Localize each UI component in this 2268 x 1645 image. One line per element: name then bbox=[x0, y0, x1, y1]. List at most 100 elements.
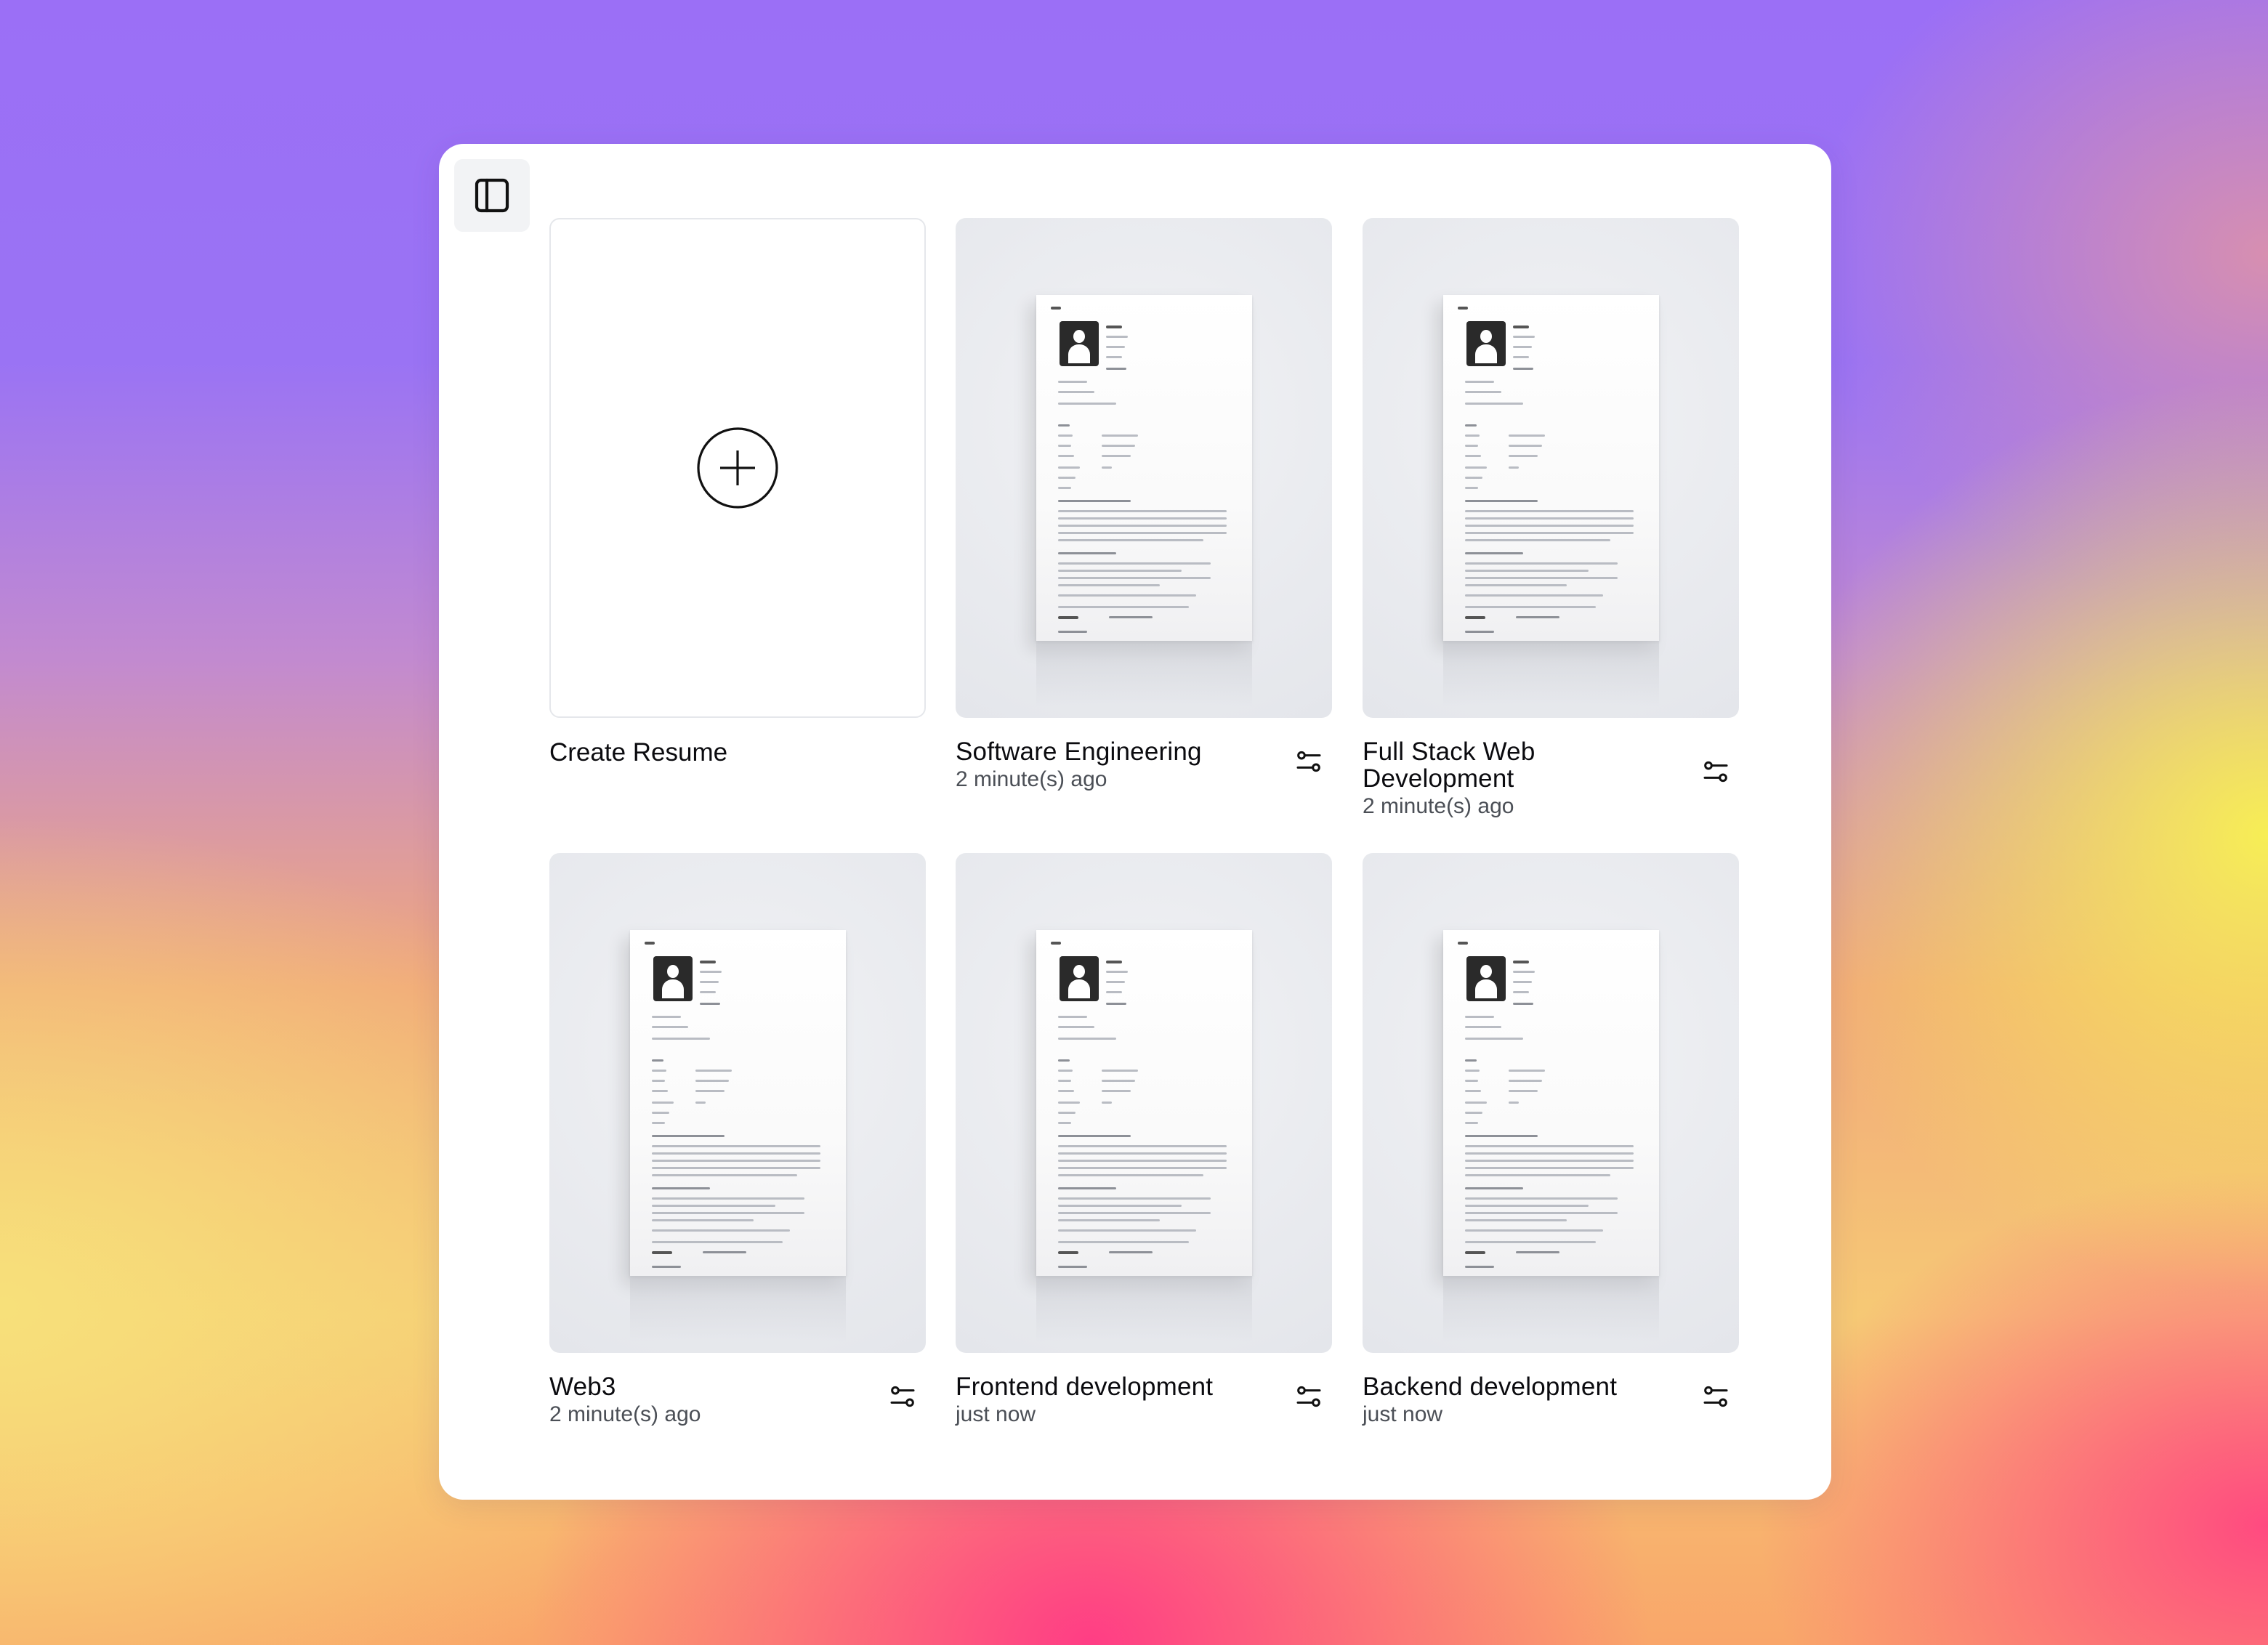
resume-text-line bbox=[1058, 532, 1227, 534]
resume-title[interactable]: Full Stack Web Development bbox=[1363, 738, 1681, 792]
resume-text-line bbox=[1513, 326, 1529, 328]
resume-text-line bbox=[1465, 1135, 1538, 1137]
resume-text-line bbox=[1102, 445, 1135, 447]
resume-text-line bbox=[700, 1003, 720, 1005]
resume-title[interactable]: Frontend development bbox=[956, 1373, 1274, 1400]
profile-photo-placeholder bbox=[1060, 956, 1099, 1001]
resume-text-line bbox=[1465, 552, 1523, 554]
resume-updated-time: 2 minute(s) ago bbox=[549, 1402, 701, 1426]
resume-text-line bbox=[1058, 1197, 1211, 1200]
resume-text-line bbox=[1106, 971, 1128, 973]
resume-text-line bbox=[1465, 532, 1634, 534]
settings-sliders-icon bbox=[1703, 1386, 1728, 1407]
settings-sliders-icon bbox=[1296, 751, 1321, 772]
resume-settings-button[interactable] bbox=[1291, 744, 1326, 779]
resume-text-line bbox=[1058, 606, 1189, 608]
resume-thumbnail[interactable] bbox=[1363, 853, 1739, 1353]
resume-text-line bbox=[1106, 981, 1125, 983]
resume-text-line bbox=[1058, 1080, 1071, 1082]
resume-preview-page bbox=[1036, 930, 1252, 1276]
settings-sliders-icon bbox=[1703, 761, 1728, 783]
resume-thumbnail[interactable] bbox=[956, 853, 1332, 1353]
resume-card[interactable]: Backend development just now bbox=[1363, 853, 1739, 1428]
resume-text-line bbox=[652, 1212, 804, 1214]
resume-text-line bbox=[1109, 1251, 1153, 1253]
resume-text-line bbox=[1465, 1212, 1618, 1214]
resume-text-line bbox=[652, 1160, 820, 1162]
resume-settings-button[interactable] bbox=[885, 1379, 920, 1414]
resume-text-line bbox=[1058, 1205, 1182, 1207]
resume-text-line bbox=[1465, 1241, 1596, 1243]
resume-text-line bbox=[1465, 517, 1634, 520]
resume-text-line bbox=[1465, 455, 1481, 457]
resume-text-line bbox=[1516, 1251, 1559, 1253]
resume-dashboard-panel: Create Resume Software Engineering 2 min… bbox=[439, 144, 1831, 1500]
resume-thumbnail[interactable] bbox=[549, 853, 926, 1353]
resume-text-line bbox=[1513, 1003, 1533, 1005]
resume-settings-button[interactable] bbox=[1291, 1379, 1326, 1414]
resume-text-line bbox=[1509, 445, 1542, 447]
resume-text-line bbox=[1465, 1038, 1523, 1040]
resume-text-line bbox=[1058, 577, 1211, 579]
resume-text-line bbox=[652, 1112, 669, 1114]
resume-text-line bbox=[1058, 539, 1203, 541]
resume-thumbnail[interactable] bbox=[1363, 218, 1739, 718]
resume-text-line bbox=[1058, 403, 1116, 405]
create-resume-card[interactable]: Create Resume bbox=[549, 218, 926, 767]
resume-card[interactable]: Frontend development just now bbox=[956, 853, 1332, 1428]
resume-preview-page bbox=[1443, 295, 1659, 641]
resume-card[interactable]: Web3 2 minute(s) ago bbox=[549, 853, 926, 1428]
resume-text-line bbox=[1465, 1160, 1634, 1162]
resume-text-line bbox=[652, 1174, 797, 1176]
resume-text-line bbox=[695, 1080, 729, 1082]
resume-text-line bbox=[1058, 562, 1211, 565]
resume-text-line bbox=[645, 942, 655, 945]
resume-settings-button[interactable] bbox=[1698, 754, 1733, 789]
resume-text-line bbox=[1465, 525, 1634, 527]
page-reflection bbox=[1036, 1276, 1252, 1341]
resume-text-line bbox=[1058, 1090, 1074, 1092]
resume-text-line bbox=[1058, 445, 1071, 447]
resume-text-line bbox=[1058, 424, 1070, 427]
resume-text-line bbox=[652, 1187, 710, 1189]
resume-text-line bbox=[1465, 510, 1634, 512]
resume-text-line bbox=[1058, 1187, 1116, 1189]
resume-title[interactable]: Software Engineering bbox=[956, 738, 1274, 765]
resume-text-line bbox=[652, 1102, 674, 1104]
resume-text-line bbox=[652, 1152, 820, 1155]
resume-text-line bbox=[1051, 307, 1061, 310]
resume-text-line bbox=[1509, 1102, 1519, 1104]
resume-card[interactable]: Full Stack Web Development 2 minute(s) a… bbox=[1363, 218, 1739, 820]
resume-updated-time: 2 minute(s) ago bbox=[956, 767, 1107, 791]
resume-text-line bbox=[1058, 500, 1131, 502]
resume-text-line bbox=[1465, 1070, 1480, 1072]
resume-meta: Software Engineering 2 minute(s) ago bbox=[956, 738, 1332, 793]
resume-settings-button[interactable] bbox=[1698, 1379, 1733, 1414]
resume-text-line bbox=[652, 1197, 804, 1200]
resume-text-line bbox=[1058, 391, 1094, 393]
resume-title[interactable]: Backend development bbox=[1363, 1373, 1681, 1400]
resume-text-line bbox=[652, 1122, 665, 1124]
resume-text-line bbox=[1465, 487, 1478, 489]
sidebar-toggle-button[interactable] bbox=[454, 159, 530, 232]
resume-text-line bbox=[1058, 1038, 1116, 1040]
resume-text-line bbox=[1513, 981, 1532, 983]
resume-text-line bbox=[1465, 616, 1485, 619]
resume-text-line bbox=[1058, 1112, 1076, 1114]
resume-text-line bbox=[1058, 1212, 1211, 1214]
resume-text-line bbox=[1465, 435, 1480, 437]
resume-title[interactable]: Web3 bbox=[549, 1373, 868, 1400]
resume-card[interactable]: Software Engineering 2 minute(s) ago bbox=[956, 218, 1332, 793]
resume-text-line bbox=[1465, 1112, 1482, 1114]
create-resume-tile[interactable] bbox=[549, 218, 926, 718]
resume-text-line bbox=[1058, 381, 1087, 383]
resume-text-line bbox=[1509, 1080, 1542, 1082]
resume-thumbnail[interactable] bbox=[956, 218, 1332, 718]
resume-text-line bbox=[652, 1251, 672, 1254]
resume-updated-time: just now bbox=[956, 1402, 1036, 1426]
resume-meta: Frontend development just now bbox=[956, 1373, 1332, 1428]
resume-text-line bbox=[1513, 336, 1535, 338]
resume-text-line bbox=[1513, 368, 1533, 370]
sidebar-panel-icon bbox=[475, 178, 509, 213]
resume-text-line bbox=[1465, 1174, 1610, 1176]
